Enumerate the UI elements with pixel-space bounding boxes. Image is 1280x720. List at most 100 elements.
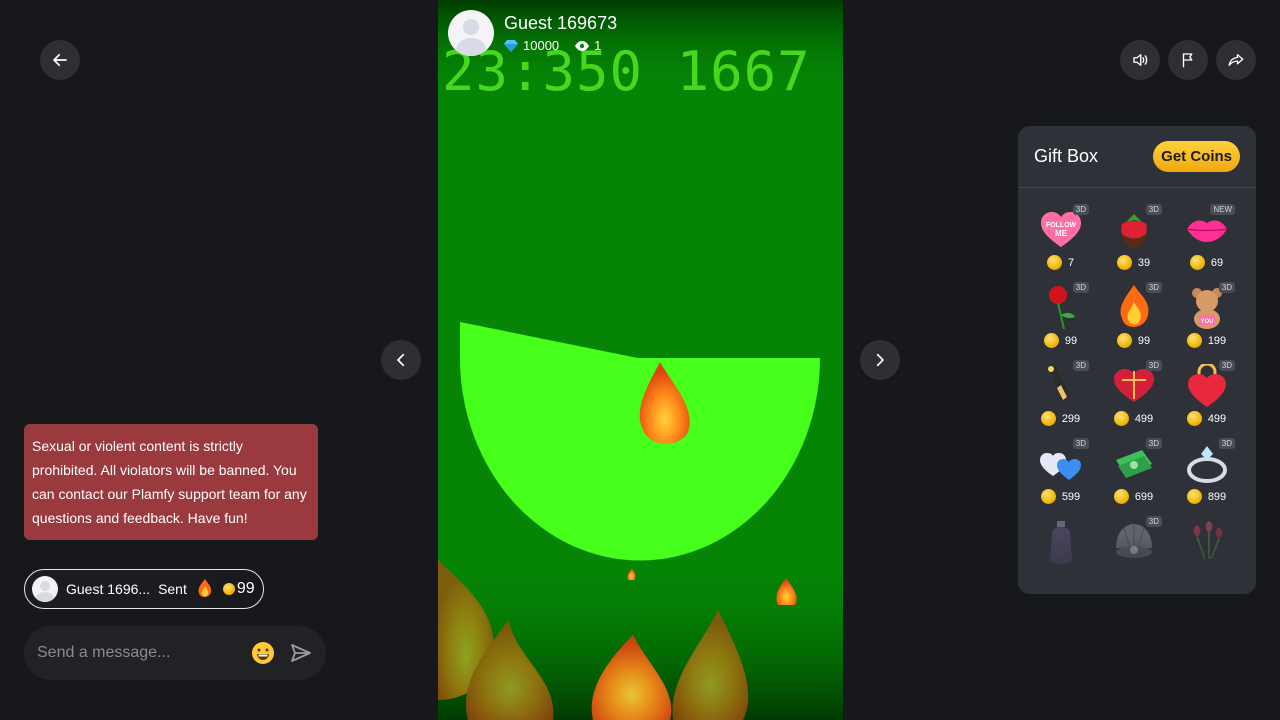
send-button[interactable] [288, 640, 314, 666]
sent-amount: 99 [222, 580, 255, 598]
eye-icon [575, 40, 590, 51]
gift-badge: NEW [1210, 204, 1235, 215]
gift-price-value: 99 [1064, 334, 1078, 347]
sent-amount-value: 99 [236, 580, 255, 597]
gift-item[interactable]: 3D 899 [1170, 436, 1243, 512]
message-input[interactable] [37, 644, 250, 662]
diamond-count: 10000 [504, 38, 559, 53]
svg-text:FOLLOW: FOLLOW [1045, 222, 1076, 229]
gift-price-value: 499 [1134, 412, 1154, 425]
gift-item[interactable]: 3D YOU 199 [1170, 280, 1243, 356]
gift-item[interactable] [1170, 514, 1243, 590]
tulips-icon [1185, 520, 1229, 564]
pearl-shell-icon [1112, 520, 1156, 564]
next-stream-button[interactable] [860, 340, 900, 380]
flag-icon [1182, 53, 1193, 68]
gift-price-value: 199 [1207, 334, 1227, 347]
gift-item[interactable]: 3D 499 [1097, 358, 1170, 434]
gift-price: 899 [1186, 489, 1227, 504]
emoji-button[interactable] [250, 640, 276, 666]
gift-badge: 3D [1218, 282, 1235, 293]
chevron-left-icon [397, 353, 405, 367]
gift-price-value: 39 [1137, 256, 1151, 269]
message-composer [24, 626, 326, 680]
gift-badge: 3D [1218, 360, 1235, 371]
host-name: Guest 169673 [504, 13, 618, 33]
gift-item[interactable]: 3D 99 [1024, 280, 1097, 356]
gift-badge: 3D [1145, 204, 1162, 215]
gift-badge: 3D [1218, 438, 1235, 449]
coin-icon [1186, 411, 1202, 426]
coin-icon [1040, 489, 1056, 504]
share-icon [1228, 54, 1244, 66]
previous-stream-button[interactable] [381, 340, 421, 380]
gift-badge: 3D [1145, 282, 1162, 293]
host-avatar[interactable] [448, 10, 494, 56]
gift-badge: 3D [1072, 360, 1089, 371]
stream-frame [438, 0, 843, 720]
gift-item[interactable]: 3D [1097, 514, 1170, 590]
gift-item[interactable]: 3D FOLLOW ME 7 [1024, 202, 1097, 278]
get-coins-button[interactable]: Get Coins [1153, 141, 1240, 172]
sound-button[interactable] [1120, 40, 1160, 80]
gift-price: 299 [1040, 411, 1081, 426]
speaker-icon [1133, 54, 1148, 66]
chevron-right-icon [876, 353, 884, 367]
stream-video[interactable]: 23:350 1667 Guest 169673 10000 1 [438, 0, 843, 720]
gift-price: 499 [1113, 411, 1154, 426]
viewer-count: 1 [575, 38, 601, 53]
coin-icon [1189, 255, 1205, 270]
svg-text:YOU: YOU [1200, 319, 1213, 325]
gift-box-panel: Gift Box Get Coins 3D FOLLOW ME 7 3D 39 NEW 69 3… [1018, 126, 1256, 594]
gift-item[interactable]: 3D 499 [1170, 358, 1243, 434]
gift-price: 69 [1189, 255, 1224, 270]
gift-badge: 3D [1145, 438, 1162, 449]
coin-icon [1186, 489, 1202, 504]
gift-item[interactable]: 3D 599 [1024, 436, 1097, 512]
gift-price: 39 [1116, 255, 1151, 270]
gift-badge: 3D [1145, 360, 1162, 371]
gift-price-value: 899 [1207, 490, 1227, 503]
gift-grid: 3D FOLLOW ME 7 3D 39 NEW 69 3D 99 3D 99 3D YOU 199 3D 29… [1024, 202, 1250, 590]
gift-item[interactable] [1024, 514, 1097, 590]
report-button[interactable] [1168, 40, 1208, 80]
gift-price-value: 299 [1061, 412, 1081, 425]
gift-price-value: 69 [1210, 256, 1224, 269]
gift-box-title: Gift Box [1034, 146, 1099, 166]
gift-price: 599 [1040, 489, 1081, 504]
gift-item[interactable]: 3D 299 [1024, 358, 1097, 434]
gift-sent-message: Guest 1696... Sent 99 [24, 569, 264, 609]
gift-item[interactable]: NEW 69 [1170, 202, 1243, 278]
sent-label: Sent [158, 581, 187, 597]
gift-price-value: 7 [1067, 256, 1075, 269]
perfume-icon [1039, 520, 1083, 564]
coin-icon [1043, 333, 1059, 348]
coin-icon [222, 583, 235, 595]
send-icon [291, 644, 311, 662]
gift-price: 699 [1113, 489, 1154, 504]
back-button[interactable] [40, 40, 80, 80]
sender-name: Guest 1696... [66, 581, 151, 597]
coin-icon [1046, 255, 1062, 270]
coin-icon [1186, 333, 1202, 348]
gift-badge: 3D [1072, 204, 1089, 215]
system-notice: Sexual or violent content is strictly pr… [24, 424, 318, 540]
sender-avatar[interactable] [32, 576, 58, 602]
gift-item[interactable]: 3D 699 [1097, 436, 1170, 512]
coin-icon [1116, 333, 1132, 348]
gift-item[interactable]: 3D 99 [1097, 280, 1170, 356]
share-button[interactable] [1216, 40, 1256, 80]
coin-icon [1113, 411, 1129, 426]
gift-price-value: 499 [1207, 412, 1227, 425]
coin-icon [1113, 489, 1129, 504]
gift-item[interactable]: 3D 39 [1097, 202, 1170, 278]
diamond-value: 10000 [523, 38, 560, 53]
smiley-icon [252, 642, 274, 664]
gift-price: 99 [1116, 333, 1151, 348]
diamond-icon [504, 39, 518, 52]
gift-price-value: 699 [1134, 490, 1154, 503]
gift-price: 99 [1043, 333, 1078, 348]
gift-price-value: 599 [1061, 490, 1081, 503]
gift-price: 499 [1186, 411, 1227, 426]
gift-price-value: 99 [1137, 334, 1151, 347]
